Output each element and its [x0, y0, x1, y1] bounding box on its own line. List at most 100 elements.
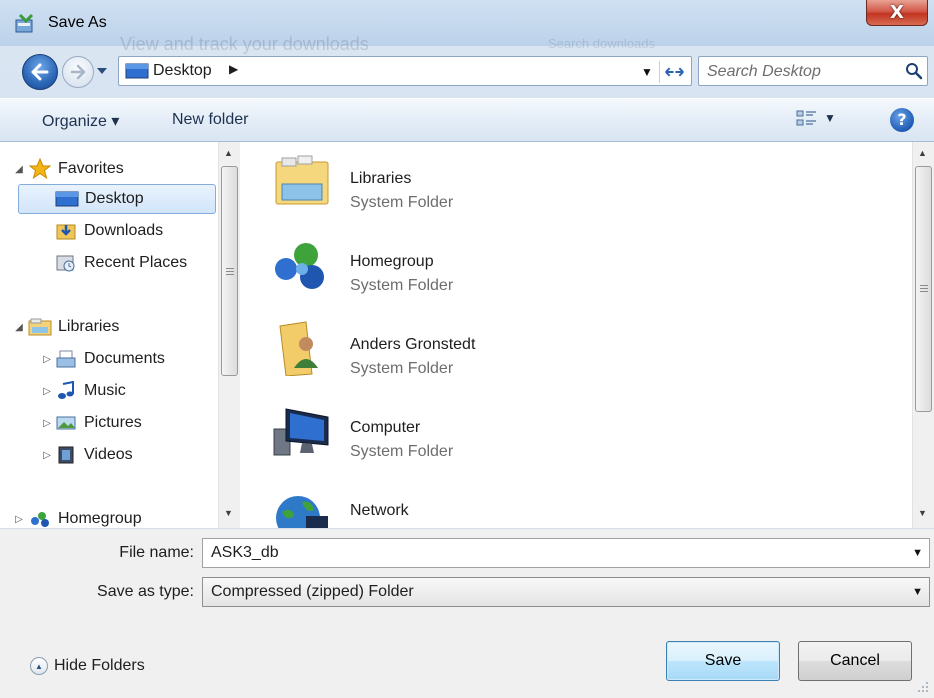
nav-item-downloads[interactable]: Downloads: [54, 216, 163, 246]
documents-icon: [54, 348, 78, 370]
music-note-icon: [54, 380, 78, 402]
scroll-down-arrow-icon[interactable]: ▼: [224, 508, 233, 518]
list-item[interactable]: Network: [270, 474, 870, 528]
nav-item-music[interactable]: ▷ Music: [40, 376, 126, 406]
collapse-arrow-icon[interactable]: ▷: [40, 386, 54, 397]
refresh-icon[interactable]: [659, 61, 689, 83]
file-name-field[interactable]: ASK3_db ▼: [202, 538, 930, 568]
collapse-up-icon: ▲: [30, 657, 48, 675]
scroll-thumb[interactable]: [915, 166, 932, 412]
nav-item-label: Pictures: [84, 414, 142, 431]
command-toolbar: Organize ▾ New folder ▼ ?: [0, 98, 934, 142]
nav-homegroup[interactable]: ▷ Homegroup: [15, 504, 142, 528]
item-name: Homegroup: [350, 253, 434, 270]
nav-item-videos[interactable]: ▷ Videos: [40, 440, 133, 470]
magnifier-icon[interactable]: [905, 62, 923, 80]
background-window-ghost-text: View and track your downloads: [120, 34, 369, 54]
file-name-value[interactable]: ASK3_db: [211, 544, 279, 562]
back-arrow-icon: [31, 63, 49, 81]
nav-favorites-label: Favorites: [58, 160, 124, 177]
nav-item-documents[interactable]: ▷ Documents: [40, 344, 165, 374]
libraries-folder-icon: [275, 155, 329, 205]
file-list-scrollbar[interactable]: ▲ ▼: [912, 142, 934, 528]
forward-button[interactable]: [62, 56, 94, 88]
navigation-scrollbar[interactable]: ▲ ▼: [218, 142, 240, 528]
nav-item-label: Music: [84, 382, 126, 399]
item-name: Computer: [350, 419, 421, 436]
scroll-up-arrow-icon[interactable]: ▲: [224, 148, 233, 158]
resize-grip-icon[interactable]: [914, 678, 930, 694]
nav-item-desktop[interactable]: Desktop: [18, 184, 216, 214]
scroll-up-arrow-icon[interactable]: ▲: [918, 148, 927, 158]
save-type-value: Compressed (zipped) Folder: [211, 583, 414, 600]
collapse-arrow-icon[interactable]: ▷: [40, 354, 54, 365]
item-type: System Folder: [350, 277, 454, 294]
address-dropdown-icon[interactable]: ▼: [641, 65, 653, 79]
expand-arrow-icon[interactable]: ◢: [12, 164, 26, 175]
breadcrumb-desktop[interactable]: Desktop: [153, 62, 212, 80]
computer-icon: [273, 408, 329, 456]
pane-splitter[interactable]: [240, 142, 250, 528]
forward-arrow-icon: [70, 64, 86, 80]
organize-menu-button[interactable]: Organize ▾: [42, 111, 119, 131]
recent-pages-dropdown-icon[interactable]: [96, 66, 108, 76]
search-input[interactable]: [707, 61, 897, 83]
homegroup-icon: [28, 508, 52, 528]
window-title: Save As: [48, 14, 107, 31]
file-name-dropdown-icon[interactable]: ▼: [912, 547, 923, 559]
user-folder-icon: [279, 321, 318, 376]
new-folder-button[interactable]: New folder: [172, 111, 248, 129]
nav-item-recent-places[interactable]: Recent Places: [54, 248, 187, 278]
save-button[interactable]: Save: [666, 641, 780, 681]
list-item[interactable]: Anders Gronstedt System Folder: [270, 308, 870, 388]
close-icon: X: [890, 2, 904, 23]
nav-libraries-label: Libraries: [58, 318, 120, 335]
scroll-thumb[interactable]: [221, 166, 238, 376]
save-as-app-icon: [15, 13, 34, 33]
collapse-arrow-icon[interactable]: ▷: [40, 450, 54, 461]
save-type-select[interactable]: Compressed (zipped) Folder ▼: [202, 577, 930, 607]
search-box[interactable]: [698, 56, 928, 86]
address-bar[interactable]: Desktop ▶ ▼: [118, 56, 692, 86]
back-button[interactable]: [22, 54, 58, 90]
pictures-icon: [54, 412, 78, 434]
close-button[interactable]: X: [866, 0, 928, 26]
breadcrumb-chevron-icon[interactable]: ▶: [229, 62, 238, 76]
list-item[interactable]: Homegroup System Folder: [270, 225, 870, 305]
item-type: System Folder: [350, 443, 454, 460]
collapse-arrow-icon[interactable]: ▷: [12, 514, 26, 525]
nav-item-label: Desktop: [85, 190, 144, 207]
save-type-dropdown-icon[interactable]: ▼: [912, 586, 923, 598]
view-options-dropdown-icon[interactable]: ▼: [824, 111, 836, 125]
videos-icon: [54, 444, 78, 466]
title-bar[interactable]: Save As View and track your downloads Se…: [0, 0, 934, 54]
nav-favorites[interactable]: ◢ Favorites: [15, 154, 124, 184]
collapse-arrow-icon[interactable]: ▷: [40, 418, 54, 429]
file-name-label: File name:: [119, 544, 194, 561]
homegroup-icon: [275, 243, 324, 289]
save-type-label: Save as type:: [97, 583, 194, 600]
nav-item-pictures[interactable]: ▷ Pictures: [40, 408, 142, 438]
navigation-pane: ◢ Favorites Desktop Downloads Recent Pla…: [0, 142, 220, 528]
network-icon: [276, 496, 328, 528]
recent-places-icon: [54, 252, 78, 274]
item-name: Anders Gronstedt: [350, 336, 476, 353]
item-name: Network: [350, 502, 409, 519]
nav-item-label: Videos: [84, 446, 133, 463]
nav-item-label: Documents: [84, 350, 165, 367]
list-item[interactable]: Computer System Folder: [270, 391, 870, 471]
help-icon[interactable]: ?: [890, 108, 914, 132]
hide-folders-label: Hide Folders: [54, 657, 145, 674]
item-name: Libraries: [350, 170, 412, 187]
hide-folders-button[interactable]: ▲ Hide Folders: [30, 657, 145, 675]
desktop-icon: [125, 63, 149, 79]
scroll-down-arrow-icon[interactable]: ▼: [918, 508, 927, 518]
nav-libraries[interactable]: ◢ Libraries: [15, 312, 120, 342]
star-icon: [28, 158, 52, 180]
change-view-icon[interactable]: [796, 109, 818, 129]
cancel-button[interactable]: Cancel: [798, 641, 912, 681]
expand-arrow-icon[interactable]: ◢: [12, 322, 26, 333]
list-item[interactable]: Libraries System Folder: [270, 142, 870, 222]
item-type: System Folder: [350, 360, 454, 377]
file-list-pane: Libraries System Folder Homegroup System…: [250, 142, 912, 528]
